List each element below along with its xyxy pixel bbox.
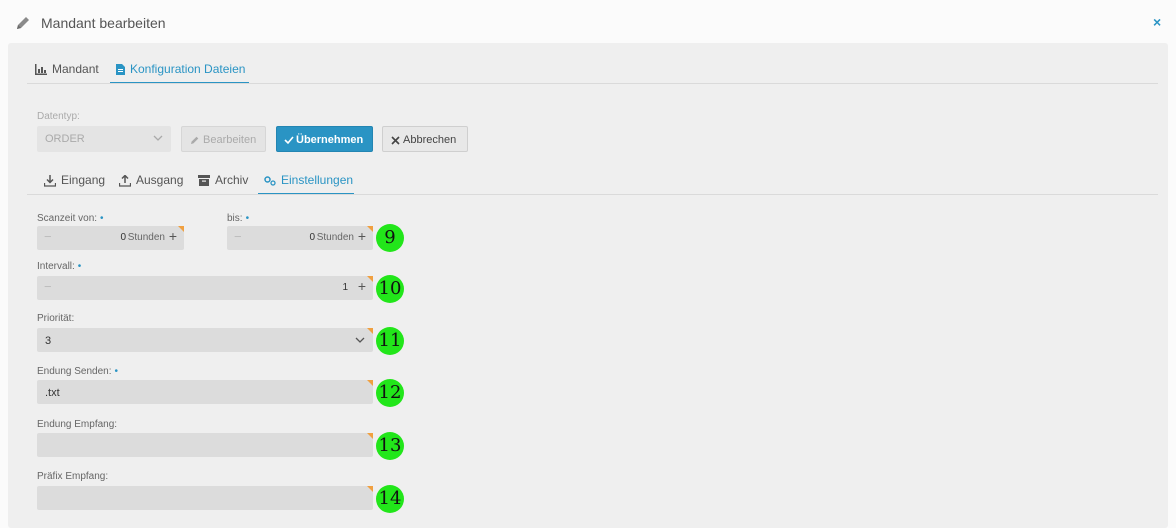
tab-mandant[interactable]: Mandant [35, 62, 99, 84]
required-marker: • [100, 213, 104, 224]
scan-from-label-text: Scanzeit von: [37, 213, 98, 224]
marker-badge: 14 [376, 485, 404, 513]
tab-konfiguration-dateien[interactable]: Konfiguration Dateien [110, 54, 249, 84]
required-corner [367, 380, 373, 386]
marker-badge: 11 [376, 327, 404, 355]
marker-badge: 12 [376, 379, 404, 407]
apply-button[interactable]: Übernehmen [276, 126, 373, 152]
cancel-button-label: Abbrechen [403, 134, 457, 146]
minus-icon[interactable]: − [44, 279, 52, 294]
tab-label: Ausgang [136, 173, 184, 187]
scan-to-value: 0 [309, 232, 315, 243]
priority-value: 3 [45, 335, 52, 347]
settings-icon [264, 176, 276, 186]
tab-label: Mandant [52, 62, 99, 76]
plus-icon[interactable]: + [358, 278, 366, 294]
edit-button[interactable]: Bearbeiten [181, 126, 266, 152]
ext-recv-input[interactable] [37, 433, 373, 457]
scan-from-value: 0 [120, 232, 126, 243]
download-icon [44, 174, 56, 187]
chevron-down-icon [355, 337, 365, 343]
scan-from-unit: Stunden [127, 232, 165, 243]
interval-label: Intervall: • [37, 261, 81, 272]
required-marker: • [245, 213, 250, 224]
tab-label: Einstellungen [281, 173, 354, 187]
datentyp-label: Datentyp: [37, 111, 80, 122]
datentyp-value: ORDER [45, 133, 85, 145]
required-corner [178, 226, 184, 232]
archive-icon [198, 175, 210, 187]
required-corner [367, 226, 373, 232]
interval-stepper[interactable]: − 1 + [37, 276, 373, 300]
scan-from-label: Scanzeit von: • [37, 213, 104, 224]
chevron-down-icon [153, 135, 163, 141]
scan-to-label: bis: • [227, 213, 249, 224]
divider [27, 83, 1158, 84]
divider [27, 194, 1158, 195]
pencil-icon [191, 136, 199, 145]
marker-badge: 10 [376, 275, 404, 303]
required-corner [367, 486, 373, 492]
ext-recv-label: Endung Empfang: [37, 419, 118, 430]
required-corner [367, 276, 373, 282]
prefix-recv-label: Präfix Empfang: [37, 471, 109, 482]
tab-label: Eingang [61, 173, 106, 187]
prefix-recv-input[interactable] [37, 486, 373, 510]
cancel-button[interactable]: Abbrechen [382, 126, 468, 152]
scan-to-label-text: bis: [227, 213, 243, 224]
tab-einstellungen[interactable]: Einstellungen [258, 169, 354, 195]
tab-ausgang[interactable]: Ausgang [119, 173, 183, 203]
close-icon[interactable]: × [1153, 14, 1161, 30]
minus-icon[interactable]: − [44, 229, 52, 244]
ext-send-value: .txt [45, 387, 60, 399]
tab-label: Archiv [215, 173, 249, 187]
priority-select[interactable]: 3 [37, 328, 373, 352]
interval-label-text: Intervall: [37, 261, 75, 272]
plus-icon[interactable]: + [169, 228, 177, 244]
chart-icon [35, 64, 47, 76]
priority-label: Priorität: [37, 313, 75, 324]
scan-to-unit: Stunden [316, 232, 354, 243]
required-marker: • [77, 261, 82, 272]
upload-icon [119, 174, 131, 187]
tab-label: Konfiguration Dateien [130, 62, 246, 76]
apply-button-label: Übernehmen [296, 134, 364, 146]
marker-badge: 13 [376, 432, 404, 460]
required-marker: • [114, 366, 119, 377]
datentyp-select[interactable]: ORDER [37, 126, 171, 152]
edit-button-label: Bearbeiten [203, 134, 257, 146]
ext-send-input[interactable]: .txt [37, 380, 373, 404]
pencil-icon [17, 17, 29, 29]
tab-eingang[interactable]: Eingang [44, 173, 105, 203]
ext-send-label: Endung Senden: • [37, 366, 118, 377]
dialog-header: Mandant bearbeiten × [0, 0, 1176, 44]
required-corner [367, 433, 373, 439]
ext-send-label-text: Endung Senden: [37, 366, 112, 377]
tab-archiv[interactable]: Archiv [198, 173, 248, 203]
scan-to-stepper[interactable]: − 0 Stunden + [227, 226, 373, 250]
check-icon [284, 136, 294, 145]
dialog-title: Mandant bearbeiten [41, 15, 166, 31]
plus-icon[interactable]: + [358, 228, 366, 244]
interval-value: 1 [342, 282, 348, 293]
minus-icon[interactable]: − [234, 229, 242, 244]
close-icon [391, 136, 400, 145]
required-corner [367, 328, 373, 334]
scan-from-stepper[interactable]: − 0 Stunden + [37, 226, 184, 250]
file-icon [116, 64, 125, 76]
marker-badge: 9 [376, 224, 404, 252]
